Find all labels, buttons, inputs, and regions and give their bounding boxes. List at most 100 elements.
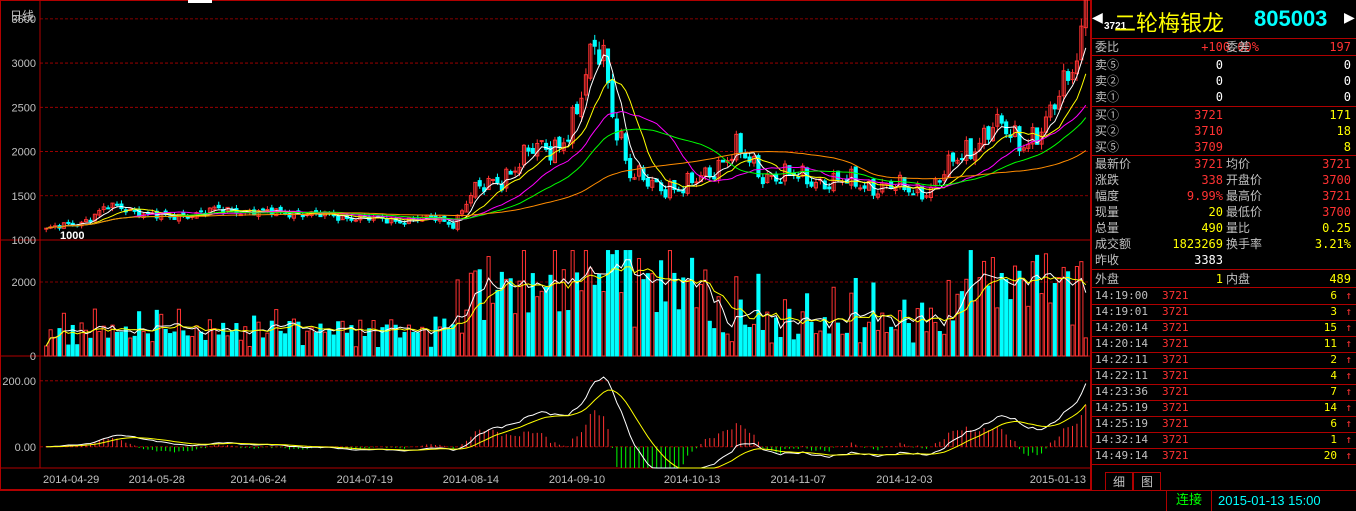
volume-bar [57,328,62,357]
volume-bar [906,323,911,357]
tick-time: 14:20:14 [1095,321,1148,334]
buy-row: 买⑤ 3709 8 [1092,139,1356,155]
stat-label-2: 开盘价 [1226,173,1263,187]
tick-row: 14:22:11 3721 4 ↑ [1092,368,1356,385]
candle-body [809,181,814,187]
volume-bar [234,323,239,357]
volume-bar [194,325,199,357]
candle-body [300,214,305,218]
candle-body [557,136,562,149]
inner-value: 489 [1329,272,1351,286]
stat-label: 涨跌 [1095,173,1120,187]
volume-bar [659,260,664,357]
volume-bar [305,330,310,357]
inner-label: 内盘 [1226,272,1251,286]
weicha-label: 委差 [1226,40,1251,54]
candle-body [260,208,266,211]
volume-bar [805,293,810,357]
tick-volume: 7 [1330,385,1337,398]
tab-chart[interactable]: 图 [1133,472,1161,492]
separator [1092,55,1356,56]
tick-direction-icon: ↑ [1345,353,1352,366]
candle-body [106,207,111,210]
volume-bar [101,325,106,357]
volume-bar [663,301,668,357]
candle-body [477,180,482,187]
volume-bar [636,258,642,357]
candle-body [902,177,907,191]
candle-body [526,147,531,152]
macd-tick-label: 0.00 [15,442,36,454]
volume-bar [836,322,841,357]
candle-body [822,180,827,190]
candle-body [690,172,695,184]
volume-bar [866,321,872,357]
stat-label: 现量 [1095,205,1120,219]
volume-bar [513,313,518,357]
volume-bar [48,329,53,357]
volume-bar [181,330,186,357]
x-axis-date-label: 2014-10-13 [664,474,720,486]
price-tick-label: 1500 [12,191,36,203]
sell-volume: 0 [1343,90,1351,104]
volume-bar [813,333,818,357]
volume-bar [897,310,903,357]
volume-bar [88,337,93,357]
volume-bar [1017,270,1022,357]
price-tick-label: 1000 [12,235,36,247]
tick-time: 14:25:19 [1095,417,1148,430]
volume-bar [924,331,929,357]
x-axis-date-label: 2014-07-19 [337,474,393,486]
volume-bar [720,332,726,357]
volume-bar [875,329,880,357]
ma10-line [46,73,1087,229]
volume-bar [681,277,686,357]
tab-detail[interactable]: 细 [1105,472,1133,492]
buy-price: 3709 [1194,140,1223,154]
volume-bar [459,332,465,357]
tick-row: 14:19:01 3721 3 ↑ [1092,304,1356,321]
volume-bar [871,282,876,357]
volume-bar [190,335,195,357]
candle-body [402,222,407,225]
candle-body [614,118,619,141]
x-axis-date-label: 2014-08-14 [443,474,499,486]
prev-stock-icon[interactable]: ◀ [1092,10,1103,26]
next-stock-icon[interactable]: ▶ [1344,10,1355,26]
volume-bar [937,331,942,357]
stat-label-2: 最高价 [1226,189,1263,203]
candle-body [862,185,867,189]
macd-tick-label: 200.00 [2,376,36,388]
volume-bar [150,341,155,357]
tick-volume: 11 [1323,337,1337,350]
volume-bar [827,333,832,357]
tick-direction-icon: ↑ [1345,401,1352,414]
tick-price: 3721 [1162,369,1189,382]
status-bar: 连接 2015-01-13 15:00 [0,490,1356,511]
candle-body [336,215,341,221]
low-price-marker: 1000 [60,230,84,242]
volume-bar [367,328,372,357]
volume-bar [314,332,319,357]
volume-bar [579,290,584,357]
volume-bar [796,333,801,357]
buy-label: 买⑤ [1095,140,1120,154]
volume-bar [499,271,504,357]
ma20-line [46,104,1087,229]
volume-bar [973,300,978,357]
volume-bar [482,319,487,357]
volume-bar [1079,261,1084,357]
volume-bar [44,345,49,357]
toolbar-marker [188,0,212,3]
tick-row: 14:49:14 3721 20 ↑ [1092,448,1356,465]
volume-bar [698,283,703,357]
quote-panel: ◀ 3721 二轮梅银龙 805003 ▶ 委比 +100.00% 委差 197 卖⑤ 0… [1091,0,1356,492]
volume-bar [344,332,350,357]
prev-close-value: 3383 [1194,253,1223,267]
volume-bar [411,331,416,357]
volume-bar [309,327,314,357]
price-tick-label: 2500 [12,102,36,114]
candle-body [490,178,496,181]
volume-bar [1030,261,1035,357]
volume-bar [389,319,394,357]
